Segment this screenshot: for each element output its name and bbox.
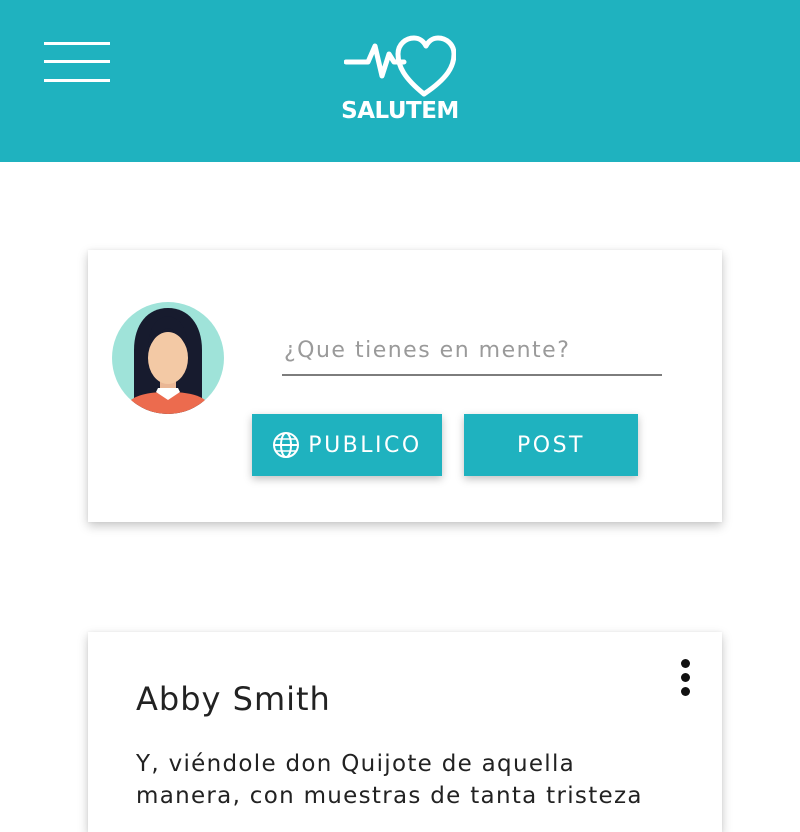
feed-post: Abby Smith Y, viéndole don Quijote de aq… [88, 632, 722, 832]
visibility-label: PUBLICO [308, 432, 422, 458]
post-button-label: POST [517, 432, 585, 458]
globe-icon [272, 431, 300, 459]
logo-text: SALUTEM [341, 98, 459, 124]
heartbeat-heart-icon [344, 35, 456, 97]
post-author-name: Abby Smith [136, 680, 331, 718]
user-avatar [112, 302, 224, 414]
post-button[interactable]: POST [464, 414, 638, 476]
post-text-field [282, 328, 664, 376]
post-composer: PUBLICO POST [88, 250, 722, 522]
post-body-line: Y, viéndole don Quijote de aquella [136, 751, 576, 777]
more-vertical-icon[interactable] [676, 656, 696, 700]
app-logo[interactable]: SALUTEM [338, 30, 462, 130]
post-body-line: manera, con muestras de tanta tristeza [136, 783, 643, 809]
app-header: SALUTEM [0, 0, 800, 162]
post-text-input[interactable] [282, 328, 664, 372]
post-body: Y, viéndole don Quijote de aquella maner… [136, 748, 696, 812]
hamburger-menu-icon[interactable] [44, 42, 110, 82]
visibility-public-button[interactable]: PUBLICO [252, 414, 442, 476]
